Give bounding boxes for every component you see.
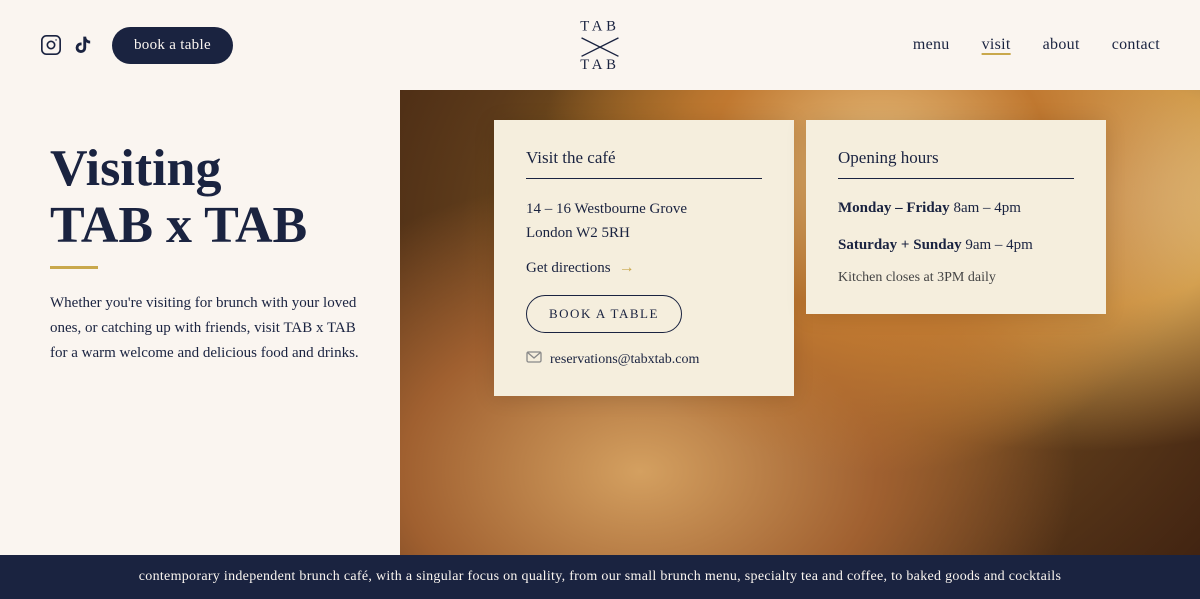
tiktok-icon[interactable] [72, 34, 94, 56]
arrow-icon: → [619, 259, 635, 277]
weekday-hours: Monday – Friday 8am – 4pm [838, 197, 1074, 220]
email-address: reservations@tabxtab.com [550, 352, 699, 368]
email-row: reservations@tabxtab.com [526, 351, 762, 368]
site-logo: TAB TAB [570, 12, 630, 77]
header: book a table TAB TAB menu visit about co… [0, 0, 1200, 90]
instagram-icon[interactable] [40, 34, 62, 56]
nav-about[interactable]: about [1043, 36, 1080, 54]
page-description: Whether you're visiting for brunch with … [50, 291, 360, 365]
address: 14 – 16 Westbourne Grove London W2 5RH [526, 197, 762, 245]
photo-area: Visit the café 14 – 16 Westbourne Grove … [400, 90, 1200, 599]
main-nav: menu visit about contact [913, 36, 1160, 54]
main-section: Visiting TAB x TAB Whether you're visiti… [0, 90, 1200, 599]
header-left: book a table [40, 27, 233, 64]
email-icon [526, 351, 542, 368]
footer-text: contemporary independent brunch café, wi… [139, 569, 1061, 584]
social-icons [40, 34, 94, 56]
visit-card: Visit the café 14 – 16 Westbourne Grove … [494, 120, 794, 396]
heading-underline [50, 266, 98, 269]
nav-contact[interactable]: contact [1112, 36, 1160, 54]
nav-menu[interactable]: menu [913, 36, 950, 54]
get-directions-link[interactable]: Get directions → [526, 259, 762, 277]
visit-card-title: Visit the café [526, 148, 762, 179]
weekend-hours: Saturday + Sunday 9am – 4pm [838, 234, 1074, 257]
cards-overlay: Visit the café 14 – 16 Westbourne Grove … [400, 90, 1200, 599]
nav-visit[interactable]: visit [982, 36, 1011, 54]
hours-card: Opening hours Monday – Friday 8am – 4pm … [806, 120, 1106, 314]
hours-card-title: Opening hours [838, 148, 1074, 179]
svg-text:TAB: TAB [580, 19, 619, 35]
book-table-header-button[interactable]: book a table [112, 27, 233, 64]
left-panel: Visiting TAB x TAB Whether you're visiti… [0, 90, 400, 599]
footer-banner: contemporary independent brunch café, wi… [0, 555, 1200, 599]
book-table-card-button[interactable]: BOOK A TABLE [526, 295, 682, 333]
kitchen-note: Kitchen closes at 3PM daily [838, 270, 1074, 286]
page-heading: Visiting TAB x TAB [50, 140, 360, 254]
svg-text:TAB: TAB [580, 58, 619, 73]
